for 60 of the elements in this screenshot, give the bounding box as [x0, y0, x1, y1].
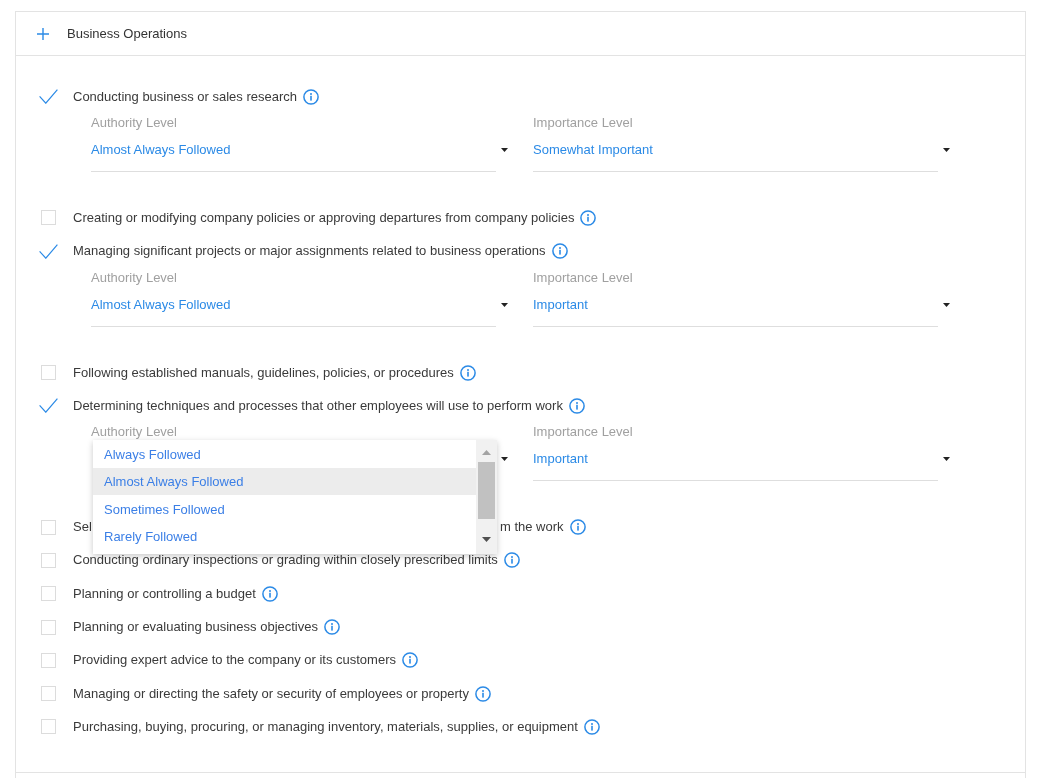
up-arrow-icon[interactable]	[482, 450, 491, 456]
info-icon[interactable]	[551, 243, 568, 260]
checkbox[interactable]	[41, 552, 56, 568]
checkbox[interactable]	[41, 719, 56, 735]
checkbox[interactable]	[41, 519, 56, 535]
select-field[interactable]: Almost Always Followed	[91, 132, 496, 173]
checkbox[interactable]	[41, 365, 56, 381]
check-icon[interactable]	[39, 89, 58, 105]
plus-icon[interactable]	[37, 27, 49, 40]
item-label: Planning or controlling a budget	[73, 584, 256, 603]
select-field[interactable]: Somewhat Important	[533, 132, 938, 173]
field-label: Authority Level	[91, 268, 177, 287]
item-label: m the work	[500, 518, 564, 537]
field-label: Importance Level	[533, 114, 633, 133]
caret-icon[interactable]	[943, 148, 950, 153]
info-icon[interactable]	[261, 585, 278, 602]
select-field[interactable]: Important	[533, 441, 938, 482]
caret-icon[interactable]	[501, 457, 508, 462]
scrollbar-thumb[interactable]	[478, 462, 495, 520]
item-label: Following established manuals, guidelines, policies, or procedures	[73, 363, 454, 382]
item-label: Purchasing, buying, procuring, or managing inventory, materials, supplies, or equipment	[73, 717, 578, 736]
checkbox[interactable]	[41, 686, 56, 702]
item-label: Creating or modifying company policies or approving departures from company policies	[73, 208, 575, 227]
info-icon[interactable]	[503, 552, 520, 569]
info-icon[interactable]	[402, 652, 418, 669]
info-icon[interactable]	[583, 718, 600, 735]
checkbox[interactable]	[41, 652, 56, 668]
checkbox[interactable]	[41, 619, 56, 635]
field-label: Importance Level	[533, 423, 633, 442]
dropdown-option[interactable]: Always Followed	[93, 440, 476, 468]
caret-icon[interactable]	[501, 148, 508, 153]
info-icon[interactable]	[475, 685, 491, 702]
check-icon[interactable]	[39, 243, 58, 259]
info-icon[interactable]	[303, 88, 319, 105]
item-label: Conducting business or sales research	[73, 87, 297, 106]
item-label: Determining techniques and processes that other employees will use to perform work	[73, 396, 563, 415]
item-label: Managing or directing the safety or security of employees or property	[73, 684, 469, 703]
select-field[interactable]: Almost Always Followed	[91, 286, 496, 327]
caret-icon[interactable]	[501, 302, 508, 307]
info-icon[interactable]	[459, 364, 476, 381]
dropdown-option[interactable]: Almost Always Followed	[93, 468, 476, 496]
field-label: Authority Level	[91, 114, 177, 133]
down-arrow-icon[interactable]	[482, 537, 491, 543]
field-label: Authority Level	[91, 423, 177, 442]
item-label: Sel	[73, 518, 92, 537]
select-field[interactable]: Important	[533, 286, 938, 327]
caret-icon[interactable]	[943, 302, 950, 307]
item-label: Planning or evaluating business objectives	[73, 618, 318, 636]
info-icon[interactable]	[569, 519, 586, 536]
info-icon[interactable]	[568, 397, 585, 414]
checkbox[interactable]	[41, 210, 56, 226]
caret-icon[interactable]	[943, 457, 950, 462]
info-icon[interactable]	[324, 619, 340, 635]
info-icon[interactable]	[580, 209, 597, 226]
checkbox[interactable]	[41, 586, 56, 602]
item-label: Managing significant projects or major assignments related to business operations	[73, 242, 546, 261]
check-icon[interactable]	[39, 398, 58, 414]
item-label: Providing expert advice to the company or its customers	[73, 651, 396, 670]
field-label: Importance Level	[533, 268, 633, 287]
item-label: Conducting ordinary inspections or grading within closely prescribed limits	[73, 551, 498, 570]
